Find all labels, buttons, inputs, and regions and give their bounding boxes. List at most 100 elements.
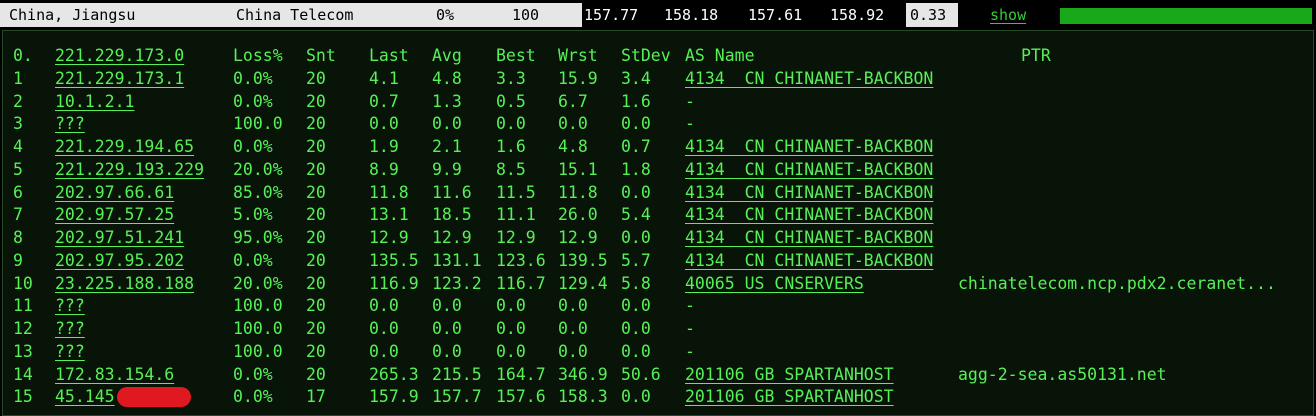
- hop-last: 1.9: [369, 136, 399, 159]
- hop-host-link[interactable]: ???: [55, 318, 85, 341]
- hop-host-link-text[interactable]: ???: [55, 296, 85, 315]
- hop-host-link-text[interactable]: 202.97.66.61: [55, 183, 174, 202]
- hop-stdev: 0.0: [621, 113, 651, 136]
- hop-loss: 100.0: [233, 113, 283, 136]
- hop-host-link[interactable]: ???: [55, 341, 85, 364]
- hop-as-name[interactable]: 4134 CN CHINANET-BACKBON: [685, 227, 933, 250]
- hop-last-text: 0.0: [369, 341, 399, 361]
- hop-index: 12: [13, 318, 33, 341]
- hop-stdev-text: 0.0: [621, 114, 651, 134]
- hop-loss-text: 20.0%: [233, 159, 283, 179]
- hop-host-link-text[interactable]: 202.97.57.25: [55, 205, 174, 224]
- hop-index-text: 8: [13, 228, 23, 247]
- hop-loss: 100.0: [233, 318, 283, 341]
- hop-stdev-text: 0.7: [621, 137, 651, 156]
- hop-host-link[interactable]: 10.1.2.1: [55, 91, 134, 114]
- hop-best-text: 0.0: [496, 114, 526, 134]
- hop-best-text: 0.0: [496, 319, 526, 338]
- hop-as-name[interactable]: 4134 CN CHINANET-BACKBON: [685, 159, 933, 182]
- hop-best: 164.7: [496, 364, 546, 387]
- hop-host-link-text[interactable]: 10.1.2.1: [55, 92, 134, 111]
- hop-as-name[interactable]: 201106 GB SPARTANHOST: [685, 364, 894, 387]
- hop-sent: 20: [306, 113, 326, 136]
- hop-last-text: 0.7: [369, 91, 399, 111]
- hop-host-link-text[interactable]: 202.97.95.202: [55, 251, 184, 270]
- hop-host-link[interactable]: 202.97.95.202: [55, 250, 184, 273]
- hop-loss: 0.0%: [233, 364, 273, 387]
- hop-host-link-text[interactable]: 45.145: [55, 387, 115, 406]
- hop-index: 4: [13, 136, 23, 159]
- hop-avg: 123.2: [432, 273, 482, 296]
- hop-as-name[interactable]: 4134 CN CHINANET-BACKBON: [685, 68, 933, 91]
- hop-sent-text: 20: [306, 205, 326, 225]
- hop-last: 8.9: [369, 159, 399, 182]
- hop-host-link[interactable]: 202.97.51.241: [55, 227, 184, 250]
- hop-host-link-text[interactable]: ???: [55, 342, 85, 361]
- show-link[interactable]: show: [990, 3, 1026, 27]
- location-label: China, Jiangsu: [0, 3, 220, 27]
- hop-host-link-text[interactable]: 172.83.154.6: [55, 365, 174, 384]
- hop-host-link-text[interactable]: 202.97.51.241: [55, 228, 184, 247]
- hop-host-link[interactable]: 23.225.188.188: [55, 273, 194, 296]
- hop-best: 0.0: [496, 113, 526, 136]
- hop-host-link[interactable]: ???: [55, 113, 85, 136]
- hop-index-text: 5: [13, 159, 23, 179]
- isp-label: China Telecom: [220, 3, 430, 27]
- hop-sent: 17: [306, 386, 326, 409]
- hop-last: 157.9: [369, 386, 419, 409]
- hop-last: 13.1: [369, 204, 409, 227]
- hop-as-name[interactable]: 201106 GB SPARTANHOST: [685, 386, 894, 409]
- hop-host-link[interactable]: 202.97.66.61: [55, 182, 174, 205]
- hop-avg: 1.3: [432, 91, 462, 114]
- hop-stdev: 5.4: [621, 204, 651, 227]
- hop-host-link[interactable]: 202.97.57.25: [55, 204, 174, 227]
- hop-avg-text: 157.7: [432, 387, 482, 407]
- hop-sent: 20: [306, 182, 326, 205]
- hop-avg-text: 4.8: [432, 68, 462, 88]
- hop-worst-text: 15.1: [558, 159, 598, 179]
- hop-avg-text: 0.0: [432, 114, 462, 134]
- hop-last-text: 157.9: [369, 387, 419, 407]
- hop-avg: 2.1: [432, 136, 462, 159]
- hop-worst: 12.9: [558, 227, 598, 250]
- hop-avg: 12.9: [432, 227, 472, 250]
- hop-sent: 20: [306, 159, 326, 182]
- hop-avg-text: 11.6: [432, 182, 472, 202]
- hop-as-name: -: [685, 296, 695, 316]
- hop-sent-text: 20: [306, 68, 326, 88]
- origin-host-link[interactable]: 221.229.173.0: [55, 45, 184, 68]
- hop-host-link-text[interactable]: 23.225.188.188: [55, 274, 194, 293]
- hop-loss-text: 0.0%: [233, 250, 273, 270]
- hop-loss: 95.0%: [233, 227, 283, 250]
- hop-as-name[interactable]: 4134 CN CHINANET-BACKBON: [685, 204, 933, 227]
- hop-host-link[interactable]: 172.83.154.6: [55, 364, 174, 387]
- hop-worst-text: 4.8: [558, 137, 588, 156]
- hop-as-name[interactable]: 4134 CN CHINANET-BACKBON: [685, 136, 933, 159]
- hop-host-link-text[interactable]: 221.229.193.229: [55, 160, 204, 179]
- hop-host-link[interactable]: 221.229.193.229: [55, 159, 204, 182]
- hop-host-link[interactable]: 45.145: [55, 386, 191, 409]
- hop-sent-text: 20: [306, 91, 326, 111]
- hop-stdev: 0.0: [621, 318, 651, 341]
- hop-sent-text: 20: [306, 250, 326, 270]
- header-best: 157.61: [728, 3, 816, 27]
- hop-as-name[interactable]: 40065 US CNSERVERS: [685, 273, 864, 296]
- hop-worst: 158.3: [558, 386, 608, 409]
- hop-host-link-text[interactable]: ???: [55, 114, 85, 133]
- hop-last: 0.0: [369, 295, 399, 318]
- hop-avg: 0.0: [432, 341, 462, 364]
- hop-avg: 4.8: [432, 68, 462, 91]
- hop-host-link[interactable]: ???: [55, 295, 85, 318]
- hop-host-link-text[interactable]: 221.229.194.65: [55, 137, 194, 156]
- hop-host-link[interactable]: 221.229.173.1: [55, 68, 184, 91]
- hop-as-name[interactable]: 4134 CN CHINANET-BACKBON: [685, 182, 933, 205]
- hop-avg: 0.0: [432, 295, 462, 318]
- hop-index-text: 3: [13, 114, 23, 134]
- hop-loss-text: 100.0: [233, 296, 283, 316]
- hop-loss-text: 0.0%: [233, 68, 273, 88]
- hop-host-link[interactable]: 221.229.194.65: [55, 136, 194, 159]
- hop-host-link-text[interactable]: ???: [55, 319, 85, 338]
- hop-host-link-text[interactable]: 221.229.173.1: [55, 69, 184, 88]
- hop-as-name[interactable]: 4134 CN CHINANET-BACKBON: [685, 250, 933, 273]
- hop-index-text: 12: [13, 319, 33, 338]
